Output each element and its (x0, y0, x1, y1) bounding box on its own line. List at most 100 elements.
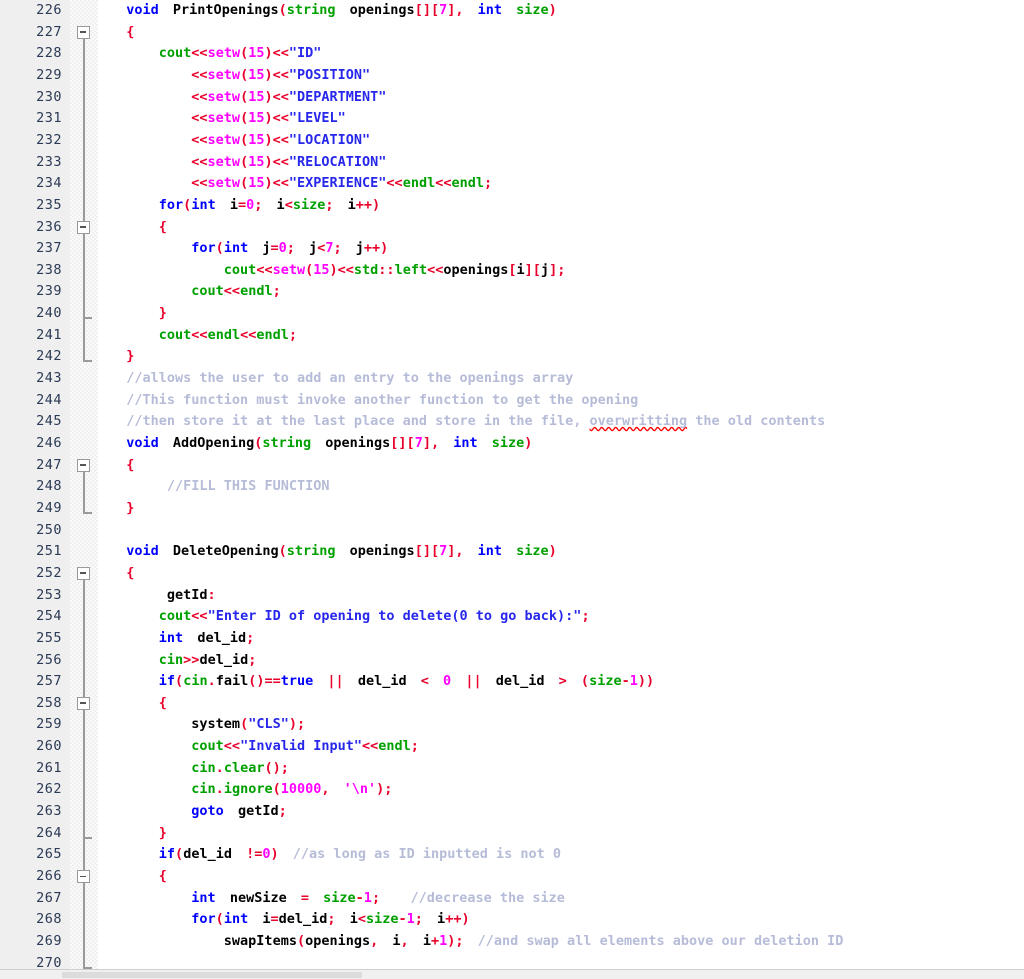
fold-toggle-icon[interactable] (77, 221, 90, 234)
code-line[interactable]: <<setw(15)<<"LOCATION" (98, 130, 370, 152)
token-op: ) (264, 154, 272, 170)
code-line[interactable]: void DeleteOpening(string openings[][7],… (98, 541, 557, 563)
code-line[interactable]: cout<<"Enter ID of opening to delete(0 t… (98, 606, 590, 628)
token-id: i (230, 197, 238, 213)
token-op: () (248, 673, 264, 689)
token-op: [ (508, 262, 516, 278)
token-op: [][ (390, 435, 414, 451)
code-line[interactable]: cout<<endl<<endl; (98, 325, 297, 347)
code-line[interactable]: goto getId; (98, 801, 287, 823)
code-line[interactable]: for(int j=0; j<7; j++) (98, 238, 388, 260)
code-line[interactable]: system("CLS"); (98, 714, 305, 736)
code-line[interactable]: { (98, 693, 167, 715)
token-op: ); (376, 781, 392, 797)
code-line[interactable]: //FILL THIS FUNCTION (98, 476, 329, 498)
token-typ: endl (256, 327, 289, 343)
token-op: { (159, 868, 167, 884)
token-op: + (431, 933, 439, 949)
code-line[interactable]: //then store it at the last place and st… (98, 411, 825, 433)
code-line[interactable]: //allows the user to add an entry to the… (98, 368, 573, 390)
code-line[interactable]: //This function must invoke another func… (98, 390, 638, 412)
token-plain (502, 543, 516, 559)
code-line[interactable]: cout<<endl; (98, 281, 281, 303)
token-op: << (427, 262, 443, 278)
code-line[interactable]: swapItems(openings, i, i+1); //and swap … (98, 931, 843, 953)
code-line[interactable]: void AddOpening(string openings[][7], in… (98, 433, 532, 455)
code-line[interactable]: for(int i=del_id; i<size-1; i++) (98, 909, 470, 931)
code-line[interactable]: <<setw(15)<<"DEPARTMENT" (98, 87, 386, 109)
token-typ: size (492, 435, 525, 451)
code-text-area[interactable]: void PrintOpenings(string openings[][7],… (98, 0, 1024, 979)
code-line[interactable] (98, 520, 112, 542)
fold-toggle-icon[interactable] (77, 459, 90, 472)
code-line[interactable]: int del_id; (98, 628, 254, 650)
code-line[interactable]: if(del_id !=0) //as long as ID inputted … (98, 844, 561, 866)
token-op: ( (240, 110, 248, 126)
token-op: || (327, 673, 343, 689)
code-line[interactable]: cin.clear(); (98, 758, 289, 780)
code-line[interactable]: { (98, 22, 134, 44)
token-op: ) (524, 435, 532, 451)
code-line[interactable]: for(int i=0; i<size; i++) (98, 195, 380, 217)
token-op: = (238, 197, 246, 213)
token-id: del_id (199, 652, 248, 668)
code-line[interactable]: cout<<setw(15)<<std::left<<openings[i][j… (98, 260, 565, 282)
horizontal-scrollbar[interactable] (0, 969, 1024, 979)
code-line[interactable]: void PrintOpenings(string openings[][7],… (98, 0, 557, 22)
line-number: 229 (36, 65, 62, 87)
line-number: 251 (36, 541, 62, 563)
token-op: << (224, 283, 240, 299)
code-line[interactable]: <<setw(15)<<"POSITION" (98, 65, 370, 87)
token-num: 7 (439, 2, 447, 18)
code-line[interactable]: <<setw(15)<<"LEVEL" (98, 108, 346, 130)
code-line[interactable]: if(cin.fail()==true || del_id < 0 || del… (98, 671, 654, 693)
fold-toggle-icon[interactable] (77, 567, 90, 580)
token-plain (295, 240, 309, 256)
code-line[interactable]: cout<<"Invalid Input"<<endl; (98, 736, 419, 758)
code-line[interactable]: } (98, 303, 167, 325)
code-line[interactable]: int newSize = size-1; //decrease the siz… (98, 888, 565, 910)
token-id: getId (238, 803, 279, 819)
code-line[interactable]: { (98, 563, 134, 585)
code-line[interactable]: <<setw(15)<<"RELOCATION" (98, 152, 386, 174)
token-plain (104, 673, 159, 689)
code-line[interactable]: <<setw(15)<<"EXPERIENCE"<<endl<<endl; (98, 173, 492, 195)
token-id: del_id (358, 673, 407, 689)
token-op: < (358, 911, 366, 927)
fold-toggle-icon[interactable] (77, 697, 90, 710)
token-plain (104, 348, 126, 364)
code-line[interactable]: { (98, 866, 167, 888)
horizontal-scrollbar-thumb[interactable] (62, 972, 362, 978)
line-number: 267 (36, 888, 62, 910)
code-line[interactable]: } (98, 346, 134, 368)
token-typ: cout (191, 738, 224, 754)
code-folding-margin[interactable] (70, 0, 98, 979)
token-plain (104, 132, 191, 148)
token-op: << (191, 327, 207, 343)
fold-toggle-icon[interactable] (77, 26, 90, 39)
code-line[interactable]: } (98, 823, 167, 845)
token-str: "DEPARTMENT" (289, 89, 387, 105)
line-number: 259 (36, 714, 62, 736)
token-op: { (159, 695, 167, 711)
code-line[interactable]: { (98, 217, 167, 239)
line-number: 232 (36, 130, 62, 152)
line-number: 242 (36, 346, 62, 368)
token-op: = (301, 890, 309, 906)
token-plain (104, 197, 159, 213)
token-op: :: (378, 262, 394, 278)
token-typ: cout (191, 283, 224, 299)
fold-toggle-icon[interactable] (77, 870, 90, 883)
code-line[interactable]: cin.ignore(10000, '\n'); (98, 779, 392, 801)
token-plain (380, 890, 410, 906)
token-str: "ID" (289, 45, 322, 61)
code-line[interactable]: { (98, 455, 134, 477)
token-id: swapItems (224, 933, 297, 949)
code-line[interactable]: } (98, 498, 134, 520)
code-line[interactable]: getId: (98, 585, 216, 607)
code-line[interactable]: cout<<setw(15)<<"ID" (98, 43, 321, 65)
token-plain (248, 240, 262, 256)
token-typ: string (262, 435, 311, 451)
code-line[interactable]: cin>>del_id; (98, 650, 256, 672)
line-number: 264 (36, 823, 62, 845)
